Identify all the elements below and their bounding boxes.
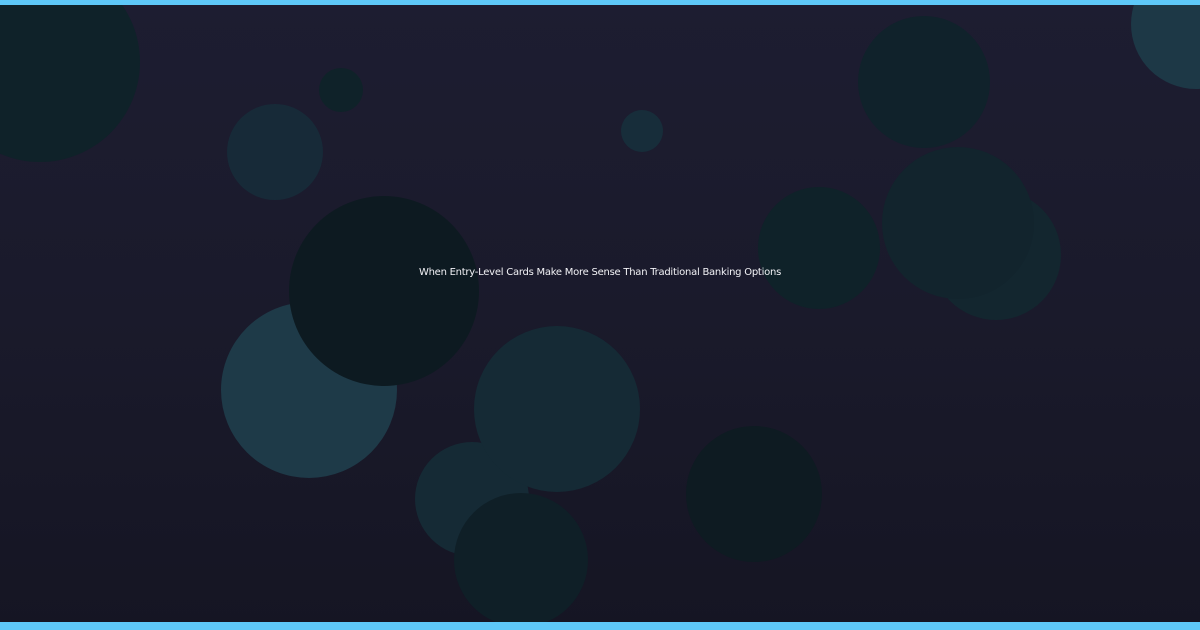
bubble — [474, 326, 640, 492]
bubble — [758, 187, 880, 309]
bubble — [1131, 0, 1200, 89]
hero-banner: When Entry-Level Cards Make More Sense T… — [0, 0, 1200, 630]
top-accent-bar — [0, 0, 1200, 5]
bubble — [686, 426, 822, 562]
bubble — [621, 110, 663, 152]
bubble — [289, 196, 479, 386]
decorative-bubbles — [0, 0, 1200, 627]
bubble — [0, 0, 140, 162]
bubble — [227, 104, 323, 200]
bubble — [858, 16, 990, 148]
bottom-accent-bar — [0, 622, 1200, 630]
bubble — [319, 68, 363, 112]
page-title: When Entry-Level Cards Make More Sense T… — [418, 267, 782, 278]
bubble — [454, 493, 588, 627]
